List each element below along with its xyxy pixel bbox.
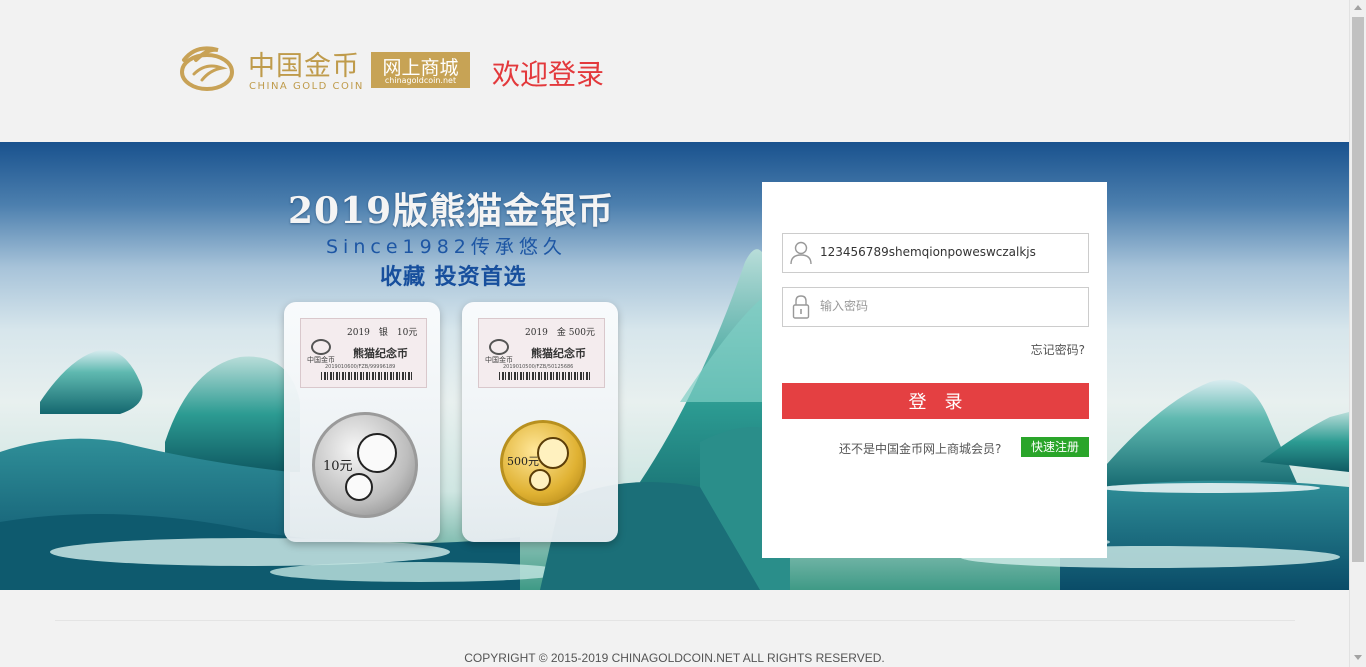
panda-cub-image [529, 469, 551, 491]
promo-since: Since1982传承悠久 [326, 236, 567, 258]
panda-logo-icon [489, 339, 509, 355]
coin-label-year: 2019 银 10元 [347, 328, 418, 338]
barcode [499, 372, 591, 380]
panda-cub-image [345, 473, 373, 501]
coin-label: 2019 银 10元 中国金币 熊猫纪念币 2019010600/FZB/999… [300, 318, 427, 388]
quick-register-button[interactable]: 快速注册 [1021, 437, 1089, 457]
coin-label-name: 熊猫纪念币 [353, 347, 408, 360]
panda-logo-icon [311, 339, 331, 355]
vertical-scrollbar[interactable] [1349, 0, 1366, 667]
promo-banner: 2019版熊猫金银币 Since1982传承悠久 收藏 投资首选 2019 银 … [0, 142, 1349, 590]
copyright-text: COPYRIGHT © 2015-2019 CHINAGOLDCOIN.NET … [464, 651, 885, 665]
coin-denomination: 10元 [323, 459, 353, 474]
footer-divider [55, 620, 1295, 621]
welcome-login-title: 欢迎登录 [492, 58, 605, 91]
password-input[interactable] [820, 289, 1082, 323]
scroll-up-arrow-icon[interactable] [1354, 5, 1362, 10]
online-mall-domain: chinagoldcoin.net [384, 76, 457, 85]
logo-english-text: CHINA GOLD COIN [249, 81, 364, 92]
gold-ring-logo-icon [180, 46, 234, 91]
lock-icon [792, 295, 810, 319]
online-mall-badge: 网上商城 chinagoldcoin.net [371, 52, 470, 88]
coin-label-code: 2019010600/FZB/99996189 [325, 364, 396, 370]
coin-denomination: 500元 [507, 455, 539, 468]
promo-slogan: 收藏 投资首选 [380, 265, 527, 290]
password-field[interactable] [782, 287, 1089, 327]
user-icon [790, 241, 812, 265]
gold-panda-coin-slab: 2019 金 500元 中国金币 熊猫纪念币 2019010500/FZB/50… [462, 302, 618, 542]
panda-image [537, 437, 569, 469]
promo-title: 2019版熊猫金银币 [288, 190, 615, 232]
china-gold-coin-logo[interactable]: 中国金币 CHINA GOLD COIN 网上商城 chinagoldcoin.… [178, 40, 478, 96]
login-button[interactable]: 登录 [782, 383, 1089, 419]
mountain-landscape-illustration [0, 249, 1349, 590]
coin-label-name: 熊猫纪念币 [531, 347, 586, 360]
username-input[interactable] [820, 235, 1082, 269]
coin-label-code: 2019010500/FZB/50125686 [503, 364, 574, 370]
barcode [321, 372, 413, 380]
scrollbar-thumb[interactable] [1352, 17, 1364, 562]
silver-coin: 10元 [312, 412, 418, 518]
login-panel: 忘记密码? 登录 还不是中国金币网上商城会员? 快速注册 [762, 182, 1107, 558]
forgot-password-link[interactable]: 忘记密码? [1031, 341, 1085, 358]
header: 中国金币 CHINA GOLD COIN 网上商城 chinagoldcoin.… [0, 0, 1349, 142]
coin-label-year: 2019 金 500元 [525, 328, 595, 338]
username-field[interactable] [782, 233, 1089, 273]
coin-label: 2019 金 500元 中国金币 熊猫纪念币 2019010500/FZB/50… [478, 318, 605, 388]
scroll-down-arrow-icon[interactable] [1354, 655, 1362, 660]
panda-image [357, 433, 397, 473]
logo-chinese-text: 中国金币 [248, 51, 360, 82]
gold-coin: 500元 [500, 420, 586, 506]
not-member-text: 还不是中国金币网上商城会员? [839, 442, 1002, 456]
silver-panda-coin-slab: 2019 银 10元 中国金币 熊猫纪念币 2019010600/FZB/999… [284, 302, 440, 542]
